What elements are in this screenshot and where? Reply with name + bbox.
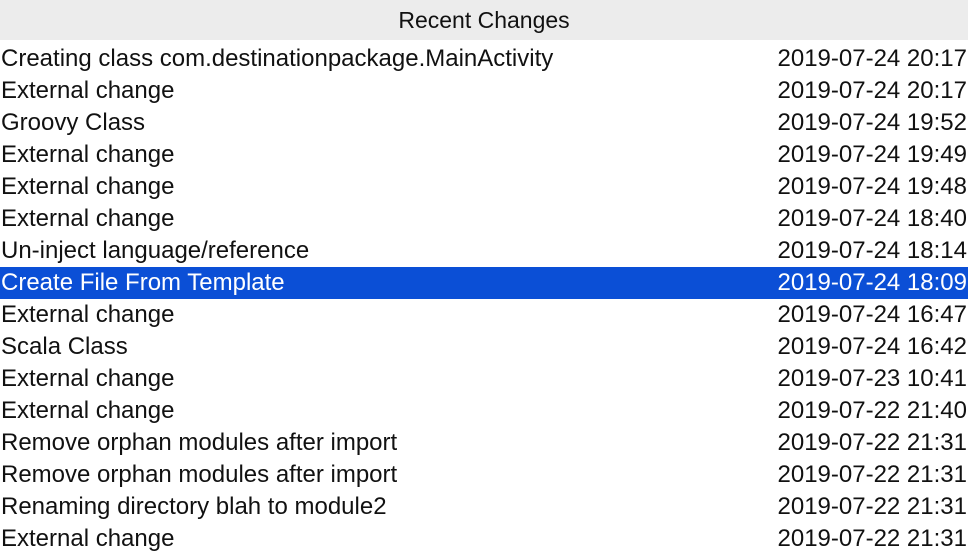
- list-item-selected[interactable]: Create File From Template 2019-07-24 18:0…: [0, 267, 968, 299]
- list-item[interactable]: External change 2019-07-22 21:31: [0, 523, 968, 555]
- list-item[interactable]: External change 2019-07-22 21:40: [0, 395, 968, 427]
- change-timestamp: 2019-07-24 19:48: [778, 173, 968, 201]
- list-item[interactable]: Remove orphan modules after import 2019-0…: [0, 427, 968, 459]
- list-item[interactable]: Scala Class 2019-07-24 16:42: [0, 331, 968, 363]
- change-name: External change: [0, 77, 174, 105]
- change-timestamp: 2019-07-22 21:31: [778, 493, 968, 521]
- list-item[interactable]: Un-inject language/reference 2019-07-24 1…: [0, 235, 968, 267]
- change-timestamp: 2019-07-22 21:31: [778, 429, 968, 457]
- change-timestamp: 2019-07-24 16:47: [778, 301, 968, 329]
- change-name: Remove orphan modules after import: [0, 461, 397, 489]
- change-name: External change: [0, 205, 174, 233]
- change-timestamp: 2019-07-22 21:31: [778, 461, 968, 489]
- change-name: Scala Class: [0, 333, 128, 361]
- change-name: Remove orphan modules after import: [0, 429, 397, 457]
- change-name: Groovy Class: [0, 109, 145, 137]
- list-item[interactable]: Renaming directory blah to module2 2019-0…: [0, 491, 968, 523]
- change-timestamp: 2019-07-24 20:17: [778, 45, 968, 73]
- change-timestamp: 2019-07-24 18:40: [778, 205, 968, 233]
- change-name: Renaming directory blah to module2: [0, 493, 387, 521]
- change-timestamp: 2019-07-24 18:09: [778, 269, 968, 297]
- recent-changes-list[interactable]: Creating class com.destinationpackage.Ma…: [0, 11, 968, 555]
- change-name: External change: [0, 301, 174, 329]
- change-name: External change: [0, 173, 174, 201]
- change-name: External change: [0, 141, 174, 169]
- dialog-title: Recent Changes: [0, 0, 968, 40]
- list-item[interactable]: Creating class com.destinationpackage.Ma…: [0, 43, 968, 75]
- change-timestamp: 2019-07-24 20:17: [778, 77, 968, 105]
- list-item[interactable]: External change 2019-07-24 20:17: [0, 75, 968, 107]
- change-name: External change: [0, 397, 174, 425]
- change-timestamp: 2019-07-23 10:41: [778, 365, 968, 393]
- change-timestamp: 2019-07-24 19:52: [778, 109, 968, 137]
- list-item[interactable]: External change 2019-07-24 19:48: [0, 171, 968, 203]
- list-item[interactable]: Remove orphan modules after import 2019-0…: [0, 459, 968, 491]
- change-timestamp: 2019-07-22 21:40: [778, 397, 968, 425]
- change-name: External change: [0, 525, 174, 553]
- change-name: External change: [0, 365, 174, 393]
- list-item[interactable]: Groovy Class 2019-07-24 19:52: [0, 107, 968, 139]
- change-timestamp: 2019-07-24 19:49: [778, 141, 968, 169]
- list-item[interactable]: External change 2019-07-24 16:47: [0, 299, 968, 331]
- list-item[interactable]: External change 2019-07-23 10:41: [0, 363, 968, 395]
- change-timestamp: 2019-07-24 18:14: [778, 237, 968, 265]
- change-name: Creating class com.destinationpackage.Ma…: [0, 45, 553, 73]
- change-name: Un-inject language/reference: [0, 237, 309, 265]
- list-item[interactable]: External change 2019-07-24 19:49: [0, 139, 968, 171]
- change-name: Create File From Template: [0, 269, 285, 297]
- list-item[interactable]: External change 2019-07-24 18:40: [0, 203, 968, 235]
- change-timestamp: 2019-07-24 16:42: [778, 333, 968, 361]
- change-timestamp: 2019-07-22 21:31: [778, 525, 968, 553]
